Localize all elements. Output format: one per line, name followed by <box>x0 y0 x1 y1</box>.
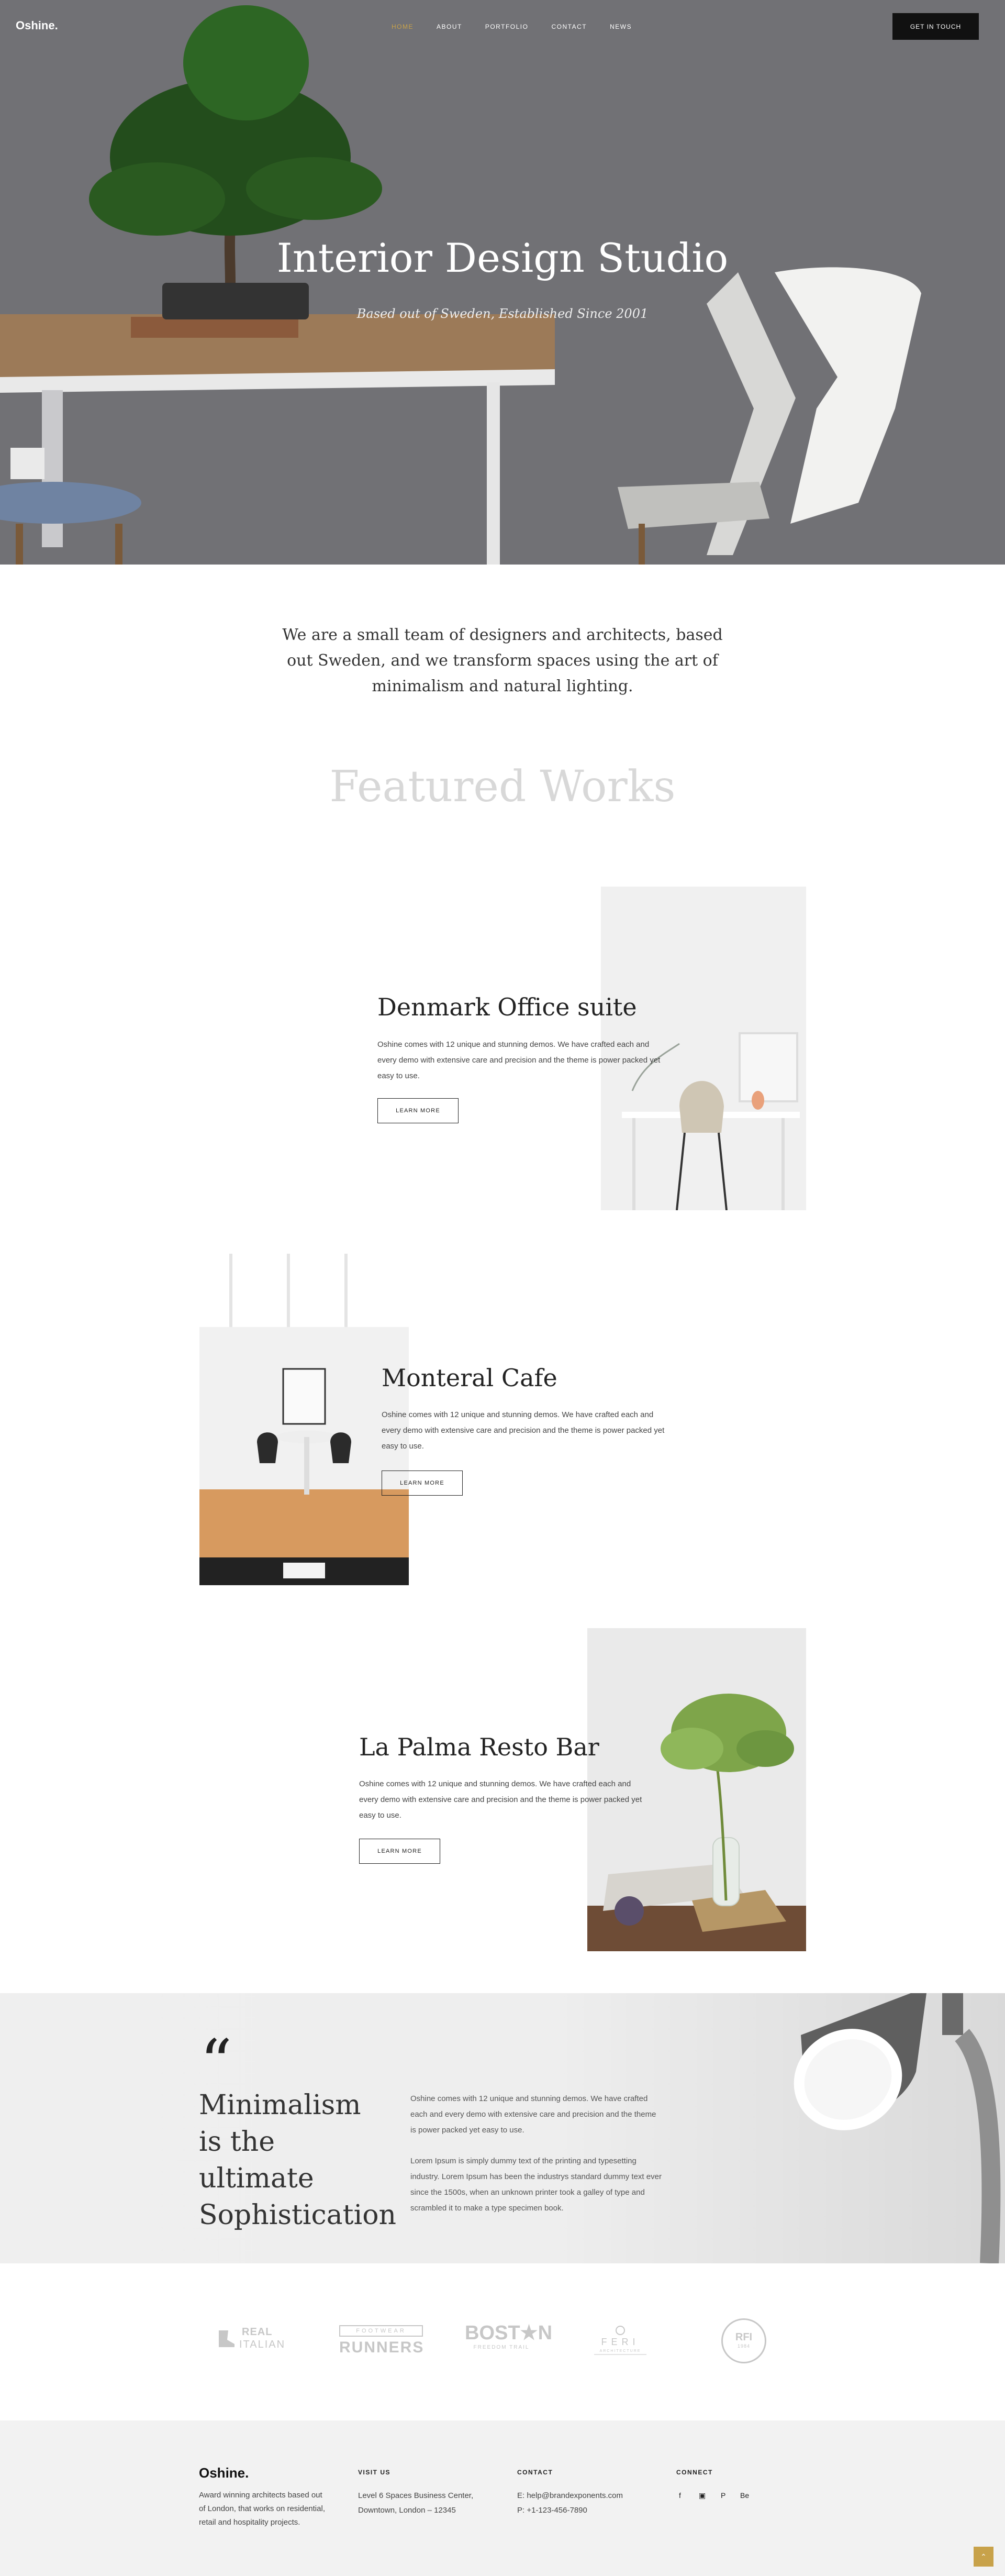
work-title-monteral[interactable]: Monteral Cafe <box>382 1364 557 1392</box>
behance-icon[interactable]: Be <box>740 2491 749 2500</box>
nav-item-portfolio[interactable]: PORTFOLIO <box>485 23 529 30</box>
lamp-image <box>794 1993 1001 2263</box>
work-desc-la-palma: Oshine comes with 12 unique and stunning… <box>359 1779 642 1820</box>
hero-title: Interior Design Studio <box>276 235 729 281</box>
footer-connect-heading: CONNECT <box>676 2469 713 2476</box>
pinterest-icon[interactable]: P <box>721 2491 725 2500</box>
nav-item-home[interactable]: HOME <box>392 23 414 30</box>
footer <box>0 2420 1005 2576</box>
intro-text: We are a small team of designers and arc… <box>282 626 723 695</box>
client-logo-rfi[interactable]: RFI 1984 <box>721 2318 766 2363</box>
client-boston-line2: FREEDOM TRAIL <box>473 2345 530 2350</box>
learn-more-button-la-palma[interactable]: LEARN MORE <box>359 1839 440 1864</box>
hero-subtitle: Based out of Sweden, Established Since 2… <box>356 306 649 321</box>
client-logo-runners[interactable]: FOOTWEAR RUNNERS <box>339 2325 423 2359</box>
client-rfi-line2: 1984 <box>737 2343 751 2349</box>
client-real-italian-line1: REAL <box>242 2326 273 2338</box>
quote-title: Minimalism is the ultimate Sophisticatio… <box>199 2089 396 2231</box>
main-nav: HOME ABOUT PORTFOLIO CONTACT NEWS <box>392 23 655 30</box>
footer-contact-heading: CONTACT <box>517 2469 553 2476</box>
nav-item-about[interactable]: ABOUT <box>437 23 462 30</box>
work-desc-denmark: Oshine comes with 12 unique and stunning… <box>377 1040 661 1080</box>
client-runners-line1: FOOTWEAR <box>339 2325 423 2337</box>
client-logo-feri[interactable]: FERI ARCHITECTURE <box>591 2324 649 2361</box>
footer-about: Award winning architects based out of Lo… <box>199 2491 325 2527</box>
footer-address: Level 6 Spaces Business Center, Downtown… <box>358 2489 473 2518</box>
client-logo-boston[interactable]: BOST★N FREEDOM TRAIL <box>465 2321 553 2363</box>
footer-address-line2: Downtown, London – 12345 <box>358 2506 456 2515</box>
hero-background-image <box>0 0 1005 565</box>
client-real-italian-line2: ITALIAN <box>239 2339 286 2350</box>
client-feri-line2: ARCHITECTURE <box>599 2349 641 2353</box>
learn-more-button-denmark[interactable]: LEARN MORE <box>377 1098 459 1123</box>
cafe-photo <box>199 1254 409 1585</box>
work-title-denmark[interactable]: Denmark Office suite <box>377 993 637 1021</box>
client-runners-line2: RUNNERS <box>339 2339 425 2356</box>
boot-icon <box>219 2330 234 2347</box>
nav-item-news[interactable]: NEWS <box>610 23 632 30</box>
client-feri-line1: FERI <box>601 2337 640 2347</box>
work-title-la-palma[interactable]: La Palma Resto Bar <box>359 1733 599 1761</box>
footer-logo[interactable]: Oshine. <box>199 2465 249 2481</box>
footer-address-line1: Level 6 Spaces Business Center, <box>358 2491 474 2500</box>
featured-works-heading: Featured Works <box>329 762 676 812</box>
facebook-icon[interactable]: f <box>679 2491 681 2500</box>
hero-section: Oshine. HOME ABOUT PORTFOLIO CONTACT NEW… <box>0 0 1005 565</box>
work-desc-monteral: Oshine comes with 12 unique and stunning… <box>382 1410 665 1451</box>
client-rfi-line1: RFI <box>735 2331 753 2343</box>
nav-item-contact[interactable]: CONTACT <box>551 23 587 30</box>
quote-paragraph-1: Oshine comes with 12 unique and stunning… <box>410 2094 656 2135</box>
quote-paragraph-2: Lorem Ipsum is simply dummy text of the … <box>410 2157 662 2213</box>
footer-contact: E: help@brandexponents.com P: +1-123-456… <box>517 2489 623 2518</box>
quote-icon: “ <box>200 2027 232 2099</box>
footer-email[interactable]: E: help@brandexponents.com <box>517 2491 623 2500</box>
footer-visit-heading: VISIT US <box>358 2469 391 2476</box>
client-boston-line1: BOST★N <box>465 2322 553 2344</box>
footer-phone[interactable]: P: +1-123-456-7890 <box>517 2506 587 2515</box>
instagram-icon[interactable]: ▣ <box>699 2491 706 2500</box>
back-to-top-icon[interactable]: ⌃ <box>974 2547 993 2567</box>
site-logo[interactable]: Oshine. <box>16 19 58 32</box>
get-in-touch-button[interactable]: GET IN TOUCH <box>892 13 979 40</box>
client-logo-real-italian[interactable]: REAL ITALIAN <box>210 2324 305 2356</box>
work-image-monteral-cafe[interactable] <box>199 1254 409 1585</box>
learn-more-button-monteral[interactable]: LEARN MORE <box>382 1471 463 1496</box>
